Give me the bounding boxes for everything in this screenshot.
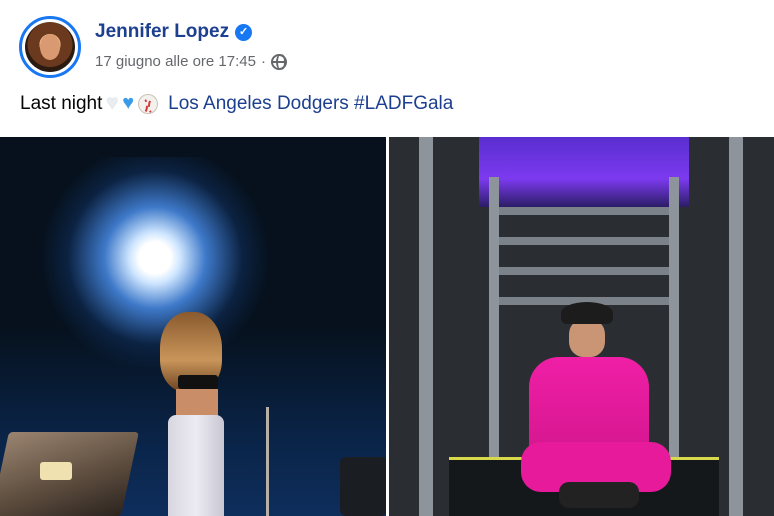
beam (498, 207, 669, 215)
post-meta: 17 giugno alle ore 17:45 · (95, 53, 287, 70)
avatar-image (25, 22, 75, 72)
photo-grid (0, 137, 774, 516)
person-shoes (558, 482, 639, 508)
beam (498, 237, 669, 245)
white-heart-icon: ♥ (106, 92, 119, 114)
author-row: Jennifer Lopez ✓ (95, 21, 253, 43)
post-header: Jennifer Lopez ✓ 17 giugno alle ore 17:4… (0, 0, 774, 88)
author-name[interactable]: Jennifer Lopez (95, 21, 229, 43)
performer-pants (168, 415, 224, 516)
stage-lamp-light (40, 462, 72, 480)
performer-body (176, 389, 218, 417)
truss (418, 137, 433, 516)
verified-badge-icon: ✓ (235, 23, 253, 41)
globe-icon[interactable] (270, 53, 287, 70)
meta-separator: · (260, 53, 266, 70)
beam (498, 267, 669, 275)
person-face (568, 319, 605, 357)
stage-performance-photo[interactable] (0, 137, 386, 516)
drum-kit (340, 457, 386, 516)
post-text: Last night ♥ ♥ Los Angeles Dodgers #LADF… (20, 92, 453, 115)
performer-top (178, 375, 218, 389)
person-hat (560, 302, 613, 324)
truss (728, 137, 743, 516)
profile-avatar[interactable] (19, 16, 81, 78)
post-text-prefix: Last night (20, 92, 103, 114)
baseball-icon (138, 93, 159, 115)
post-timestamp[interactable]: 17 giugno alle ore 17:45 (95, 53, 256, 70)
post-text-link[interactable]: Los Angeles Dodgers #LADFGala (168, 93, 453, 115)
blue-heart-icon: ♥ (122, 92, 135, 114)
backstage-corridor-photo[interactable] (388, 137, 774, 516)
mic-stand (266, 407, 269, 516)
purple-lighting (478, 137, 689, 207)
